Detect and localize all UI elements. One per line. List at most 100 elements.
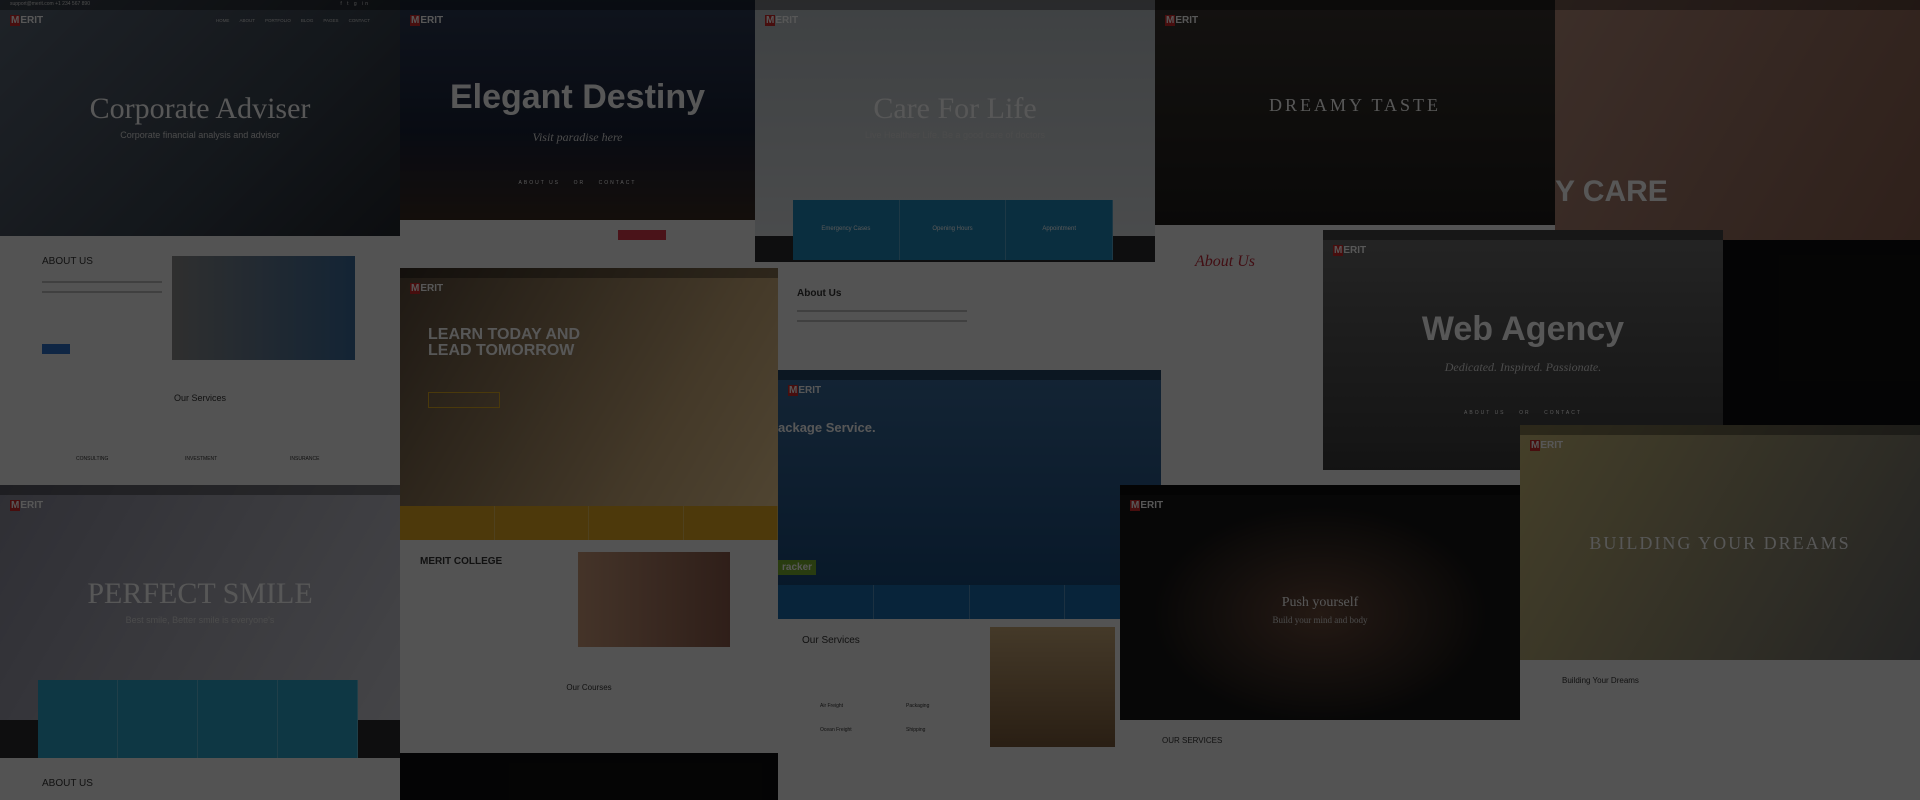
hero-title: BUILDING YOUR DREAMS	[1589, 533, 1851, 553]
service-item: Packaging	[906, 703, 930, 709]
smile-tile[interactable]: MERIT PERFECT SMILE Best smile, Better s…	[0, 485, 400, 800]
hero-title: Elegant Destiny	[449, 78, 706, 116]
logo[interactable]: MERIT	[788, 385, 821, 396]
cargo-hero: MERIT ackage Service. racker	[778, 370, 1161, 585]
logo[interactable]: MERIT	[410, 15, 443, 26]
college-tile[interactable]: MERIT LEARN TODAY AND LEAD TOMORROW MERI…	[400, 268, 778, 753]
services-title: Our Services	[173, 393, 226, 403]
hero-title: Web Agency	[1421, 310, 1625, 348]
corporate-tile[interactable]: support@merit.com +1 234 567 890 f t g in…	[0, 0, 400, 485]
section-title: ABOUT US	[42, 256, 93, 267]
feature-bar	[38, 680, 358, 758]
logo[interactable]: MERIT	[1130, 500, 1163, 511]
navbar: MERIT HOME ABOUT PORTFOLIO BLOG PAGES CONTACT	[0, 10, 400, 32]
logo[interactable]: MERIT	[765, 15, 798, 26]
read-more-button[interactable]	[42, 344, 70, 354]
hero-links: ABOUT US OR CONTACT	[518, 180, 637, 186]
hero-button[interactable]	[428, 392, 500, 408]
hero-title: Push yourself	[1281, 595, 1359, 610]
construction-body: Building Your Dreams	[1520, 660, 1920, 800]
booking-bar	[400, 220, 755, 268]
smile-body: ABOUT US	[0, 758, 400, 800]
college-body: MERIT COLLEGE Our Courses	[400, 540, 778, 753]
hero-subtitle: Dedicated. Inspired. Passionate.	[1444, 360, 1602, 374]
gym-tile[interactable]: MERIT Push yourself Build your mind and …	[1120, 485, 1520, 800]
spa-tile[interactable]: Y CARE	[1555, 0, 1920, 240]
section-title: About Us	[797, 288, 842, 299]
logo[interactable]: MERIT	[10, 15, 43, 26]
service-item: INSURANCE	[290, 456, 320, 462]
hero-subtitle: Best smile, Better smile is everyone's	[125, 615, 275, 625]
nav-item[interactable]: BLOG	[301, 18, 314, 23]
hero-subtitle: Corporate financial analysis and advisor	[120, 130, 280, 140]
dreamy-hero: MERIT DREAMY TASTE	[1155, 0, 1555, 225]
feature-appointment[interactable]: Appointment	[1006, 200, 1114, 260]
service-item: Ocean Freight	[820, 727, 852, 733]
text-line	[42, 291, 162, 293]
book-button[interactable]	[618, 230, 666, 240]
nav-menu: HOME ABOUT PORTFOLIO BLOG PAGES CONTACT	[216, 18, 370, 23]
section-title: MERIT COLLEGE	[420, 556, 503, 567]
hero-title: DREAMY TASTE	[1268, 95, 1442, 115]
nav-item[interactable]: PORTFOLIO	[265, 18, 291, 23]
top-bar: support@merit.com +1 234 567 890 f t g in	[0, 0, 400, 10]
service-item: Shipping	[906, 727, 926, 733]
gym-hero: MERIT Push yourself Build your mind and …	[1120, 485, 1520, 720]
about-link[interactable]: ABOUT US	[519, 180, 560, 186]
logo[interactable]: MERIT	[10, 500, 43, 511]
section-title: About Us	[1195, 253, 1255, 270]
hero-subtitle: Build your mind and body	[1272, 615, 1368, 625]
hero-links: ABOUT US OR CONTACT	[1464, 410, 1582, 416]
nav-item[interactable]: PAGES	[323, 18, 338, 23]
logo[interactable]: MERIT	[410, 283, 443, 294]
elegant-tile[interactable]: MERIT Elegant Destiny Visit paradise her…	[400, 0, 755, 268]
hero-title-line2: LEAD TOMORROW	[428, 342, 575, 359]
courses-title: Our Courses	[566, 683, 612, 692]
corporate-hero: support@merit.com +1 234 567 890 f t g in…	[0, 0, 400, 236]
hero-title: PERFECT SMILE	[87, 577, 313, 610]
section-title: OUR SERVICES	[1162, 736, 1223, 745]
logo[interactable]: MERIT	[1530, 440, 1563, 451]
spa-hero: Y CARE	[1555, 0, 1920, 240]
students-photo	[578, 552, 730, 647]
construction-tile[interactable]: MERIT BUILDING YOUR DREAMS Building Your…	[1520, 425, 1920, 800]
gym-body: OUR SERVICES	[1120, 720, 1520, 800]
hero-title: ackage Service.	[778, 420, 876, 435]
service-item: CONSULTING	[76, 456, 109, 462]
feature-bar	[400, 506, 778, 540]
hero-subtitle: Live Healthier Life. Be a good care of d…	[864, 130, 1046, 140]
hero-title: Corporate Adviser	[89, 92, 311, 125]
cargo-body: Our Services Air Freight Packaging Ocean…	[778, 619, 1161, 800]
service-item: Air Freight	[820, 703, 844, 709]
feature-hours[interactable]: Opening Hours	[900, 200, 1007, 260]
nav-item[interactable]: HOME	[216, 18, 230, 23]
section-title: Building Your Dreams	[1562, 676, 1639, 685]
care-body: About Us	[755, 262, 1155, 370]
section-title: Our Services	[802, 635, 860, 646]
courier-photo	[990, 627, 1115, 747]
construction-hero: MERIT BUILDING YOUR DREAMS	[1520, 425, 1920, 660]
nav-item[interactable]: ABOUT	[239, 18, 255, 23]
care-tile[interactable]: MERIT Care For Life Live Healthier Life.…	[755, 0, 1155, 370]
tracker-tag[interactable]: racker	[778, 560, 817, 575]
corporate-body: ABOUT US Our Services CONSULTING INVESTM…	[0, 236, 400, 485]
college-hero: MERIT LEARN TODAY AND LEAD TOMORROW	[400, 268, 778, 506]
photo-grid	[172, 256, 355, 360]
section-title: ABOUT US	[42, 778, 93, 789]
service-item: INVESTMENT	[185, 456, 218, 462]
logo[interactable]: MERIT	[1165, 15, 1198, 26]
elegant-hero: MERIT Elegant Destiny Visit paradise her…	[400, 0, 755, 220]
contact-link[interactable]: CONTACT	[599, 180, 637, 186]
nav-item[interactable]: CONTACT	[349, 18, 370, 23]
contact-link[interactable]: CONTACT	[1544, 410, 1582, 416]
cargo-tile[interactable]: MERIT ackage Service. racker Our Service…	[778, 370, 1161, 800]
feature-bar	[778, 585, 1161, 619]
about-link[interactable]: ABOUT US	[1464, 410, 1505, 416]
feature-emergency[interactable]: Emergency Cases	[793, 200, 900, 260]
text-line	[42, 281, 162, 283]
hero-title: Care For Life	[873, 92, 1037, 125]
hero-title: Y CARE	[1555, 175, 1668, 208]
feature-bar: Emergency Cases Opening Hours Appointmen…	[793, 200, 1114, 260]
hero-subtitle: Visit paradise here	[532, 130, 623, 144]
logo[interactable]: MERIT	[1333, 245, 1366, 256]
